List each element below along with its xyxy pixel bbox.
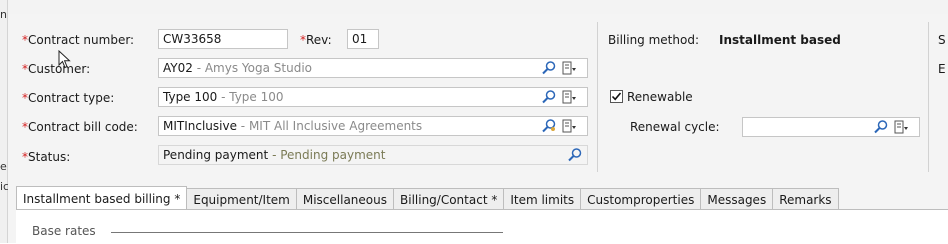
tab-content: Base rates (16, 209, 948, 244)
section-divider (111, 232, 503, 233)
cut-off-label-s: S (938, 33, 946, 47)
contract-bill-code-field[interactable]: MITInclusive - MIT All Inclusive Agreeme… (158, 116, 588, 136)
column-divider (928, 22, 929, 172)
cut-off-label-e: E (938, 62, 946, 76)
contract-number-label: *Contract number: (22, 33, 135, 47)
tab-customproperties[interactable]: Customproperties (581, 188, 702, 210)
tab-remarks[interactable]: Remarks (773, 188, 839, 210)
rev-input[interactable]: 01 (347, 29, 379, 49)
top-bar (0, 0, 948, 14)
column-divider (597, 22, 598, 172)
search-icon[interactable] (541, 60, 557, 76)
customer-label: *Customer: (22, 62, 91, 76)
renewal-cycle-field[interactable] (742, 117, 920, 137)
mouse-cursor-icon (58, 50, 71, 69)
renewal-cycle-label: Renewal cycle: (630, 120, 720, 134)
picker-icon[interactable] (561, 118, 577, 134)
billing-method-value: Installment based (719, 33, 841, 47)
search-icon[interactable] (567, 147, 583, 163)
billing-method-label: Billing method: (608, 33, 699, 47)
picker-icon[interactable] (561, 60, 577, 76)
search-icon[interactable] (541, 118, 557, 134)
contract-bill-code-label: *Contract bill code: (22, 120, 138, 134)
status-label: *Status: (22, 150, 71, 164)
customer-field[interactable]: AY02 - Amys Yoga Studio (158, 58, 588, 78)
tab-messages[interactable]: Messages (701, 188, 774, 210)
picker-icon[interactable] (893, 119, 909, 135)
tab-strip: Installment based billing * Equipment/It… (16, 186, 839, 210)
checkmark-icon (611, 92, 622, 101)
left-pane-edge: n e ic (0, 0, 9, 243)
status-field[interactable]: Pending payment - Pending payment (158, 145, 588, 165)
search-icon[interactable] (873, 119, 889, 135)
base-rates-section-label: Base rates (32, 224, 96, 238)
rev-label: *Rev: (300, 33, 332, 47)
tab-miscellaneous[interactable]: Miscellaneous (296, 188, 394, 210)
picker-icon[interactable] (561, 89, 577, 105)
contract-type-label: *Contract type: (22, 91, 115, 105)
renewable-label: Renewable (627, 90, 693, 104)
left-edge-char: e (0, 160, 7, 173)
search-icon[interactable] (541, 89, 557, 105)
contract-number-input[interactable]: CW33658 (158, 29, 288, 49)
contract-type-field[interactable]: Type 100 - Type 100 (158, 87, 588, 107)
left-edge-char: n (0, 8, 7, 21)
tab-item-limits[interactable]: Item limits (504, 188, 582, 210)
tab-installment-based-billing[interactable]: Installment based billing * (16, 186, 188, 210)
renewable-checkbox[interactable] (610, 90, 623, 103)
tab-billing-contact[interactable]: Billing/Contact * (394, 188, 505, 210)
tab-equipment-item[interactable]: Equipment/Item (187, 188, 297, 210)
